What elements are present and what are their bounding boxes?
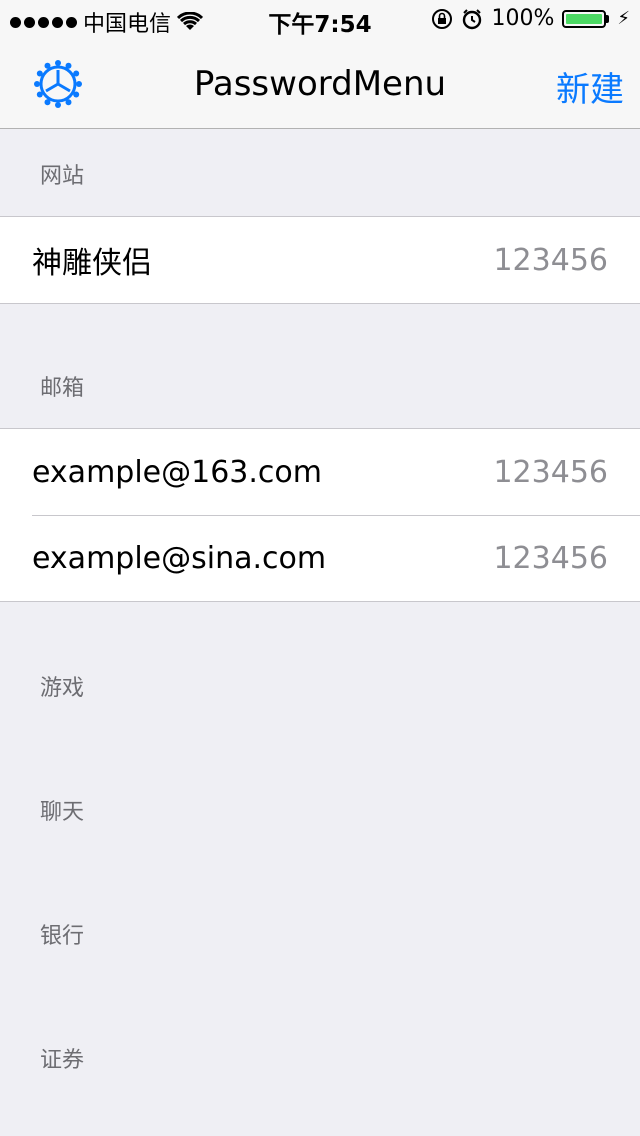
list-item[interactable]: example@163.com 123456 <box>0 429 640 515</box>
charging-bolt-icon: ⚡ <box>617 8 630 29</box>
battery-percent: 100% <box>491 6 555 31</box>
section-website-group: 神雕侠侣 123456 <box>0 216 640 304</box>
battery-icon <box>562 9 607 28</box>
new-button[interactable]: 新建 <box>556 62 624 111</box>
item-password: 123456 <box>493 242 608 278</box>
status-bar: 中国电信 下午7:54 100% ⚡ <box>0 0 640 40</box>
battery-level <box>566 13 603 24</box>
status-right: 100% ⚡ <box>431 6 630 31</box>
alarm-icon <box>463 8 482 29</box>
section-email-group: example@163.com 123456 example@sina.com … <box>0 428 640 602</box>
item-title: example@sina.com <box>32 540 327 576</box>
item-title: 神雕侠侣 <box>32 246 152 281</box>
orientation-lock-icon <box>432 8 453 29</box>
item-password: 123456 <box>493 454 608 490</box>
list-item[interactable]: example@sina.com 123456 <box>0 515 640 601</box>
navigation-bar: PasswordMenu 新建 <box>0 40 640 129</box>
item-password: 123456 <box>493 540 608 576</box>
page-title: PasswordMenu <box>193 64 447 104</box>
item-title: example@163.com <box>32 454 322 490</box>
list-item[interactable]: 神雕侠侣 123456 <box>0 217 640 303</box>
